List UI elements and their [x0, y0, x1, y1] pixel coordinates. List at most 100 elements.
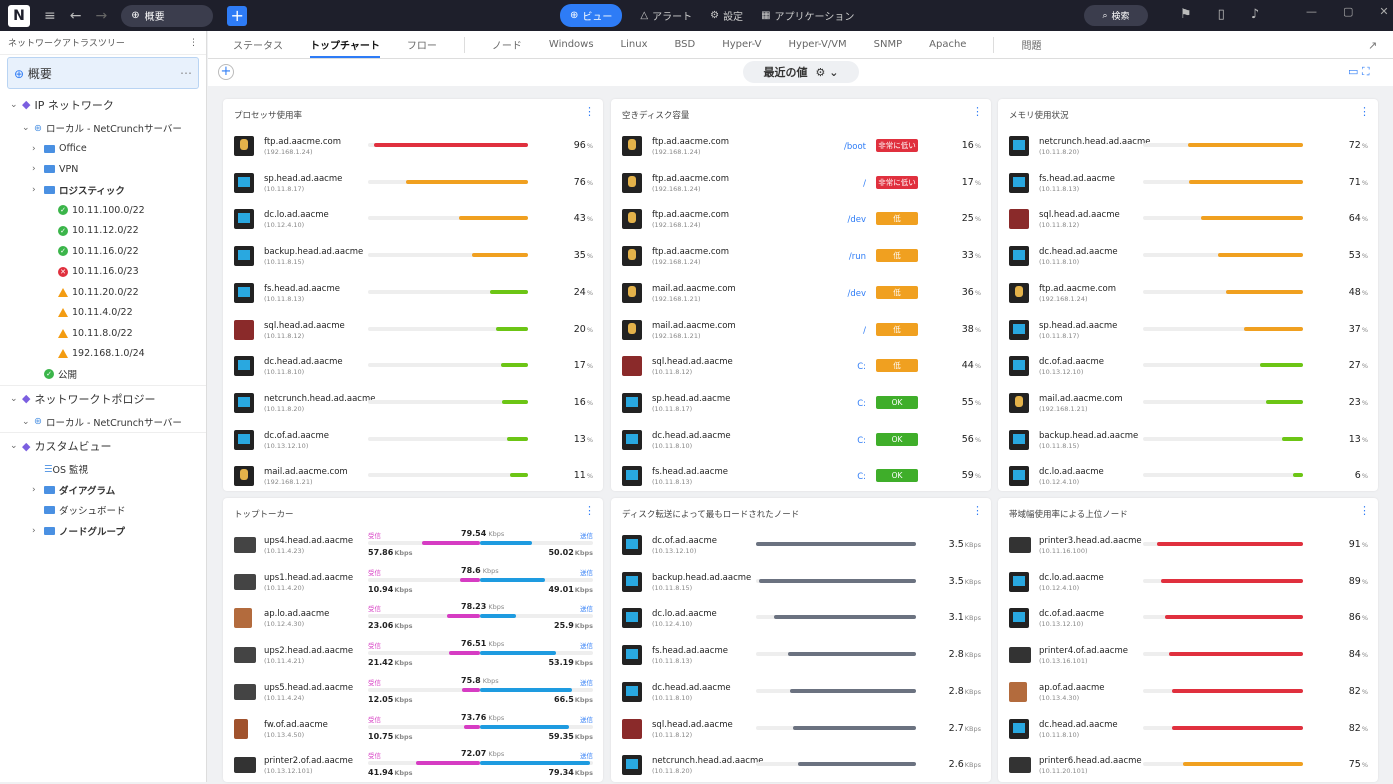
disk-path-link[interactable]: /dev [811, 215, 866, 225]
tab-item[interactable]: ステータス [233, 37, 283, 52]
node-row[interactable]: fs.head.ad.aacme (10.11.8.13) C: OK 59% [611, 458, 991, 495]
close-icon[interactable]: ✕ [1379, 5, 1388, 18]
node-row[interactable]: dc.of.ad.aacme (10.13.12.10) 3.5KBps [611, 527, 991, 564]
node-row[interactable]: netcrunch.head.ad.aacme (10.11.8.20) 16% [223, 385, 603, 422]
node-row[interactable]: ftp.ad.aacme.com (192.168.1.24) 96% [223, 128, 603, 165]
chevron-icon[interactable]: ⌄ [10, 441, 22, 451]
recent-values-button[interactable]: 最近の値 ⚙ ⌄ [743, 61, 859, 83]
node-row[interactable]: ap.lo.ad.aacme (10.12.4.30) 受信 送信 78.23 Kbps 2… [223, 600, 603, 637]
node-row[interactable]: ups5.head.ad.aacme (10.11.4.24) 受信 送信 75.8 Kb… [223, 674, 603, 711]
node-row[interactable]: dc.of.ad.aacme (10.13.12.10) 86% [998, 600, 1378, 637]
node-row[interactable]: ap.of.ad.aacme (10.13.4.30) 82% [998, 674, 1378, 711]
tab-item[interactable]: Apache [929, 39, 966, 50]
tree-item[interactable]: ✓ 10.11.100.0/22 [0, 200, 206, 221]
tree-item[interactable]: › Office [0, 139, 206, 160]
tree-item[interactable]: 10.11.4.0/22 [0, 303, 206, 324]
node-row[interactable]: printer6.head.ad.aacme (10.11.20.101) 75% [998, 747, 1378, 784]
tree-item[interactable]: 192.168.1.0/24 [0, 344, 206, 365]
tab-item[interactable]: Hyper-V [722, 39, 761, 50]
chevron-icon[interactable]: ⌄ [10, 394, 22, 404]
clipboard-icon[interactable]: ▯ [1218, 7, 1225, 22]
node-row[interactable]: dc.lo.ad.aacme (10.12.4.10) 3.1KBps [611, 600, 991, 637]
disk-path-link[interactable]: / [811, 326, 866, 336]
tree-item[interactable]: ⌄ ◆ IP ネットワーク [0, 91, 206, 118]
disk-path-link[interactable]: C: [811, 362, 866, 372]
disk-path-link[interactable]: /dev [811, 289, 866, 299]
nav-bell[interactable]: △ アラート [640, 8, 692, 23]
chevron-icon[interactable]: ⌄ [22, 417, 34, 427]
node-row[interactable]: dc.head.ad.aacme (10.11.8.10) 53% [998, 238, 1378, 275]
tree-item[interactable]: ⌄ ⊛ ローカル - NetCrunchサーバー [0, 118, 206, 139]
tree-item[interactable]: ⌄ ◆ ネットワークトポロジー [0, 384, 206, 412]
node-row[interactable]: dc.lo.ad.aacme (10.12.4.10) 89% [998, 564, 1378, 601]
node-row[interactable]: mail.ad.aacme.com (192.168.1.21) 23% [998, 385, 1378, 422]
node-row[interactable]: sql.head.ad.aacme (10.11.8.12) 20% [223, 312, 603, 349]
chevron-icon[interactable]: › [32, 185, 44, 195]
nav-grid[interactable]: ▦ アプリケーション [761, 8, 854, 23]
tree-item[interactable]: › ダイアグラム [0, 480, 206, 501]
disk-path-link[interactable]: /run [811, 252, 866, 262]
node-row[interactable]: sql.head.ad.aacme (10.11.8.12) C: 低 44% [611, 348, 991, 385]
add-view-button[interactable]: + [227, 5, 248, 26]
overview-pill[interactable]: ⊕ 概要 [121, 4, 214, 27]
back-arrow-icon[interactable]: ← [70, 8, 82, 24]
node-row[interactable]: ftp.ad.aacme.com (192.168.1.24) /boot 非常に低い… [611, 128, 991, 165]
node-row[interactable]: netcrunch.head.ad.aacme (10.11.8.20) 2.6KB… [611, 747, 991, 784]
tab-item[interactable]: 問題 [1021, 37, 1041, 52]
node-row[interactable]: sql.head.ad.aacme (10.11.8.12) 64% [998, 201, 1378, 238]
node-row[interactable]: ftp.ad.aacme.com (192.168.1.24) / 非常に低い 17% [611, 165, 991, 202]
tab-item[interactable]: Linux [621, 39, 648, 50]
tab-item[interactable]: ノード [492, 37, 522, 52]
disk-path-link[interactable]: / [811, 179, 866, 189]
node-row[interactable]: ftp.ad.aacme.com (192.168.1.24) 48% [998, 275, 1378, 312]
disk-path-link[interactable]: /boot [811, 142, 866, 152]
node-row[interactable]: mail.ad.aacme.com (192.168.1.21) / 低 38% [611, 312, 991, 349]
panel-menu-icon[interactable]: ⋮ [972, 105, 983, 118]
tree-item[interactable]: › VPN [0, 159, 206, 180]
node-row[interactable]: dc.lo.ad.aacme (10.12.4.10) 6% [998, 458, 1378, 495]
chevron-icon[interactable]: › [32, 144, 44, 154]
node-row[interactable]: dc.head.ad.aacme (10.11.8.10) 82% [998, 711, 1378, 748]
maximize-icon[interactable]: ▢ [1343, 5, 1353, 18]
tree-item[interactable]: › ノードグループ [0, 521, 206, 542]
more-options-icon[interactable]: ⋯ [180, 66, 192, 80]
tree-item[interactable]: 10.11.8.0/22 [0, 323, 206, 344]
forward-arrow-icon[interactable]: → [95, 8, 107, 24]
disk-path-link[interactable]: C: [811, 436, 866, 446]
sidebar-menu-icon[interactable]: ⋮ [189, 38, 198, 48]
open-external-icon[interactable]: ↗ [1368, 39, 1377, 52]
layout-icon[interactable]: ▭ ⛶ [1348, 65, 1370, 79]
node-row[interactable]: ups2.head.ad.aacme (10.11.4.21) 受信 送信 76.51 K… [223, 637, 603, 674]
search-button[interactable]: ⌕ 検索 [1084, 5, 1148, 26]
node-row[interactable]: fs.head.ad.aacme (10.11.8.13) 24% [223, 275, 603, 312]
sidebar-overview-item[interactable]: ⊕ 概要 ⋯ [7, 57, 199, 89]
tree-item[interactable]: ✓ 10.11.12.0/22 [0, 221, 206, 242]
tab-item[interactable]: トップチャート [310, 37, 380, 58]
chevron-icon[interactable]: › [32, 485, 44, 495]
chevron-icon[interactable]: ⌄ [22, 123, 34, 133]
tab-item[interactable]: BSD [675, 39, 696, 50]
tree-item[interactable]: ⌄ ◆ カスタムビュー [0, 432, 206, 459]
hamburger-menu-icon[interactable]: ≡ [44, 8, 56, 24]
tab-item[interactable]: Hyper-V/VM [789, 39, 847, 50]
tree-item[interactable]: ☰ OS 監視 [0, 459, 206, 480]
node-row[interactable]: netcrunch.head.ad.aacme (10.11.8.20) 72% [998, 128, 1378, 165]
disk-path-link[interactable]: C: [811, 472, 866, 482]
panel-menu-icon[interactable]: ⋮ [1359, 105, 1370, 118]
node-row[interactable]: dc.head.ad.aacme (10.11.8.10) 17% [223, 348, 603, 385]
node-row[interactable]: sp.head.ad.aacme (10.11.8.17) C: OK 55% [611, 385, 991, 422]
tree-item[interactable]: › ロジスティック [0, 180, 206, 201]
node-row[interactable]: mail.ad.aacme.com (192.168.1.21) 11% [223, 458, 603, 495]
tab-item[interactable]: SNMP [874, 39, 903, 50]
disk-path-link[interactable]: C: [811, 399, 866, 409]
node-row[interactable]: printer4.of.ad.aacme (10.13.16.101) 84% [998, 637, 1378, 674]
node-row[interactable]: backup.head.ad.aacme (10.11.8.15) 35% [223, 238, 603, 275]
node-row[interactable]: fs.head.ad.aacme (10.11.8.13) 71% [998, 165, 1378, 202]
panel-menu-icon[interactable]: ⋮ [1359, 504, 1370, 517]
tree-item[interactable]: 10.11.20.0/22 [0, 282, 206, 303]
node-row[interactable]: ups4.head.ad.aacme (10.11.4.23) 受信 送信 79.54 K… [223, 527, 603, 564]
node-row[interactable]: dc.of.ad.aacme (10.13.12.10) 27% [998, 348, 1378, 385]
node-row[interactable]: mail.ad.aacme.com (192.168.1.21) /dev 低 36% [611, 275, 991, 312]
nav-globe[interactable]: ⊕ ビュー [560, 4, 623, 27]
tab-item[interactable]: Windows [549, 39, 594, 50]
